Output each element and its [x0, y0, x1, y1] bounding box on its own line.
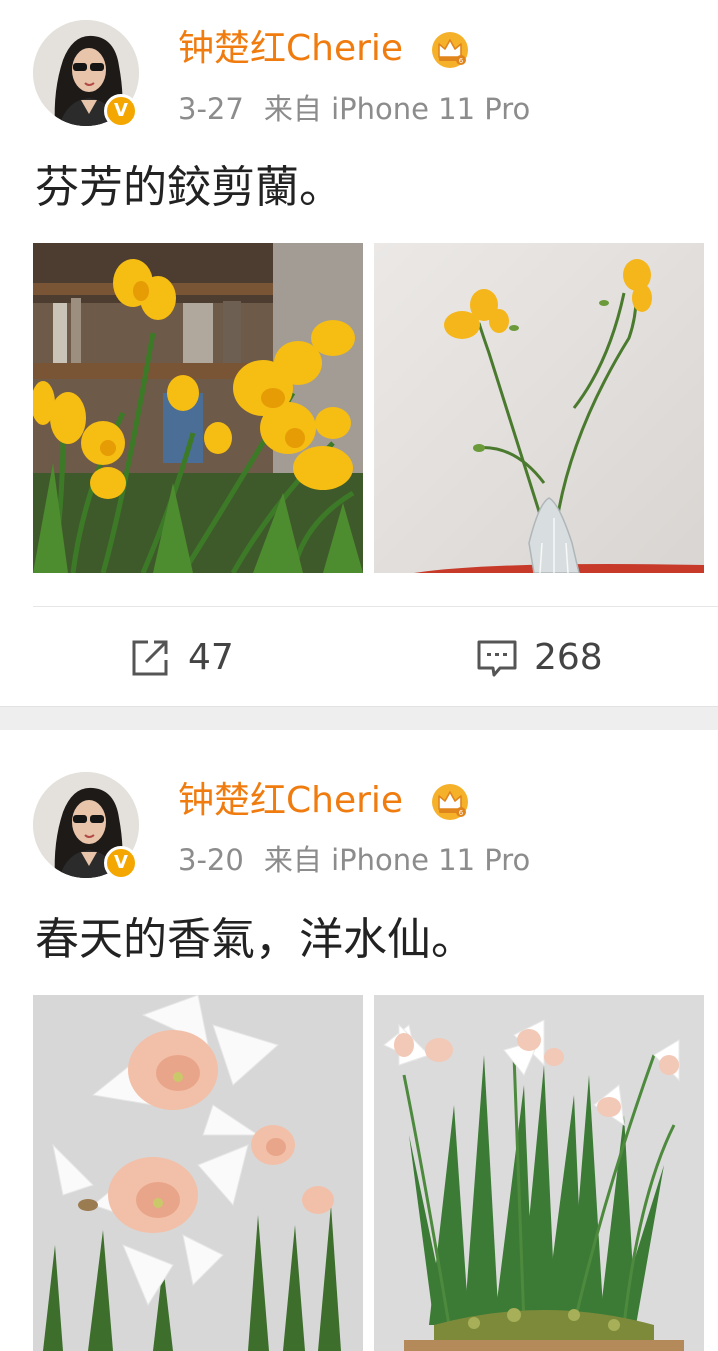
- yellow-freesia-in-glass-vase-image: [374, 243, 704, 573]
- post-photo-2[interactable]: [374, 995, 704, 1351]
- source-prefix: 来自: [263, 92, 322, 126]
- source-prefix: 来自: [263, 843, 322, 877]
- post-photo-2[interactable]: [374, 243, 704, 573]
- comment-icon: [477, 640, 517, 677]
- weibo-post-2: V 钟楚红Cherie 6 3-20 来自 iPhone 11 Pro 春天的香氣…: [0, 730, 718, 1351]
- svg-text:6: 6: [459, 57, 464, 65]
- post-text: 芬芳的鉸剪蘭。: [35, 162, 343, 213]
- feed-separator: [0, 706, 718, 730]
- svg-text:6: 6: [459, 809, 464, 817]
- vip-crown-icon[interactable]: 6: [430, 782, 470, 822]
- white-daffodils-in-pot-image: [374, 995, 704, 1351]
- post-date: 3-27: [178, 92, 244, 126]
- repost-button[interactable]: 47: [130, 630, 270, 686]
- repost-count: 47: [188, 637, 234, 678]
- comment-count: 268: [534, 637, 603, 678]
- comment-button[interactable]: 268: [476, 630, 636, 686]
- source-device[interactable]: iPhone 11 Pro: [331, 843, 530, 877]
- post-meta: 3-20 来自 iPhone 11 Pro: [178, 842, 530, 878]
- verified-badge-icon: V: [104, 846, 138, 880]
- username[interactable]: 钟楚红Cherie: [178, 27, 403, 71]
- post-meta: 3-27 来自 iPhone 11 Pro: [178, 91, 530, 127]
- verified-badge-icon: V: [104, 94, 138, 128]
- post-date: 3-20: [178, 843, 244, 877]
- yellow-freesia-bouquet-image: [33, 243, 363, 573]
- weibo-post-1: V 钟楚红Cherie 6 3-27 来自 iPhone 11 Pro 芬芳的鉸剪…: [0, 0, 718, 706]
- post-photo-1[interactable]: [33, 243, 363, 573]
- post-divider: [33, 606, 718, 607]
- repost-icon: [132, 640, 168, 676]
- vip-crown-icon[interactable]: 6: [430, 30, 470, 70]
- username[interactable]: 钟楚红Cherie: [178, 779, 403, 823]
- post-photo-1[interactable]: [33, 995, 363, 1351]
- pink-daffodils-closeup-image: [33, 995, 363, 1351]
- source-device[interactable]: iPhone 11 Pro: [331, 92, 530, 126]
- post-text: 春天的香氣，洋水仙。: [35, 914, 475, 965]
